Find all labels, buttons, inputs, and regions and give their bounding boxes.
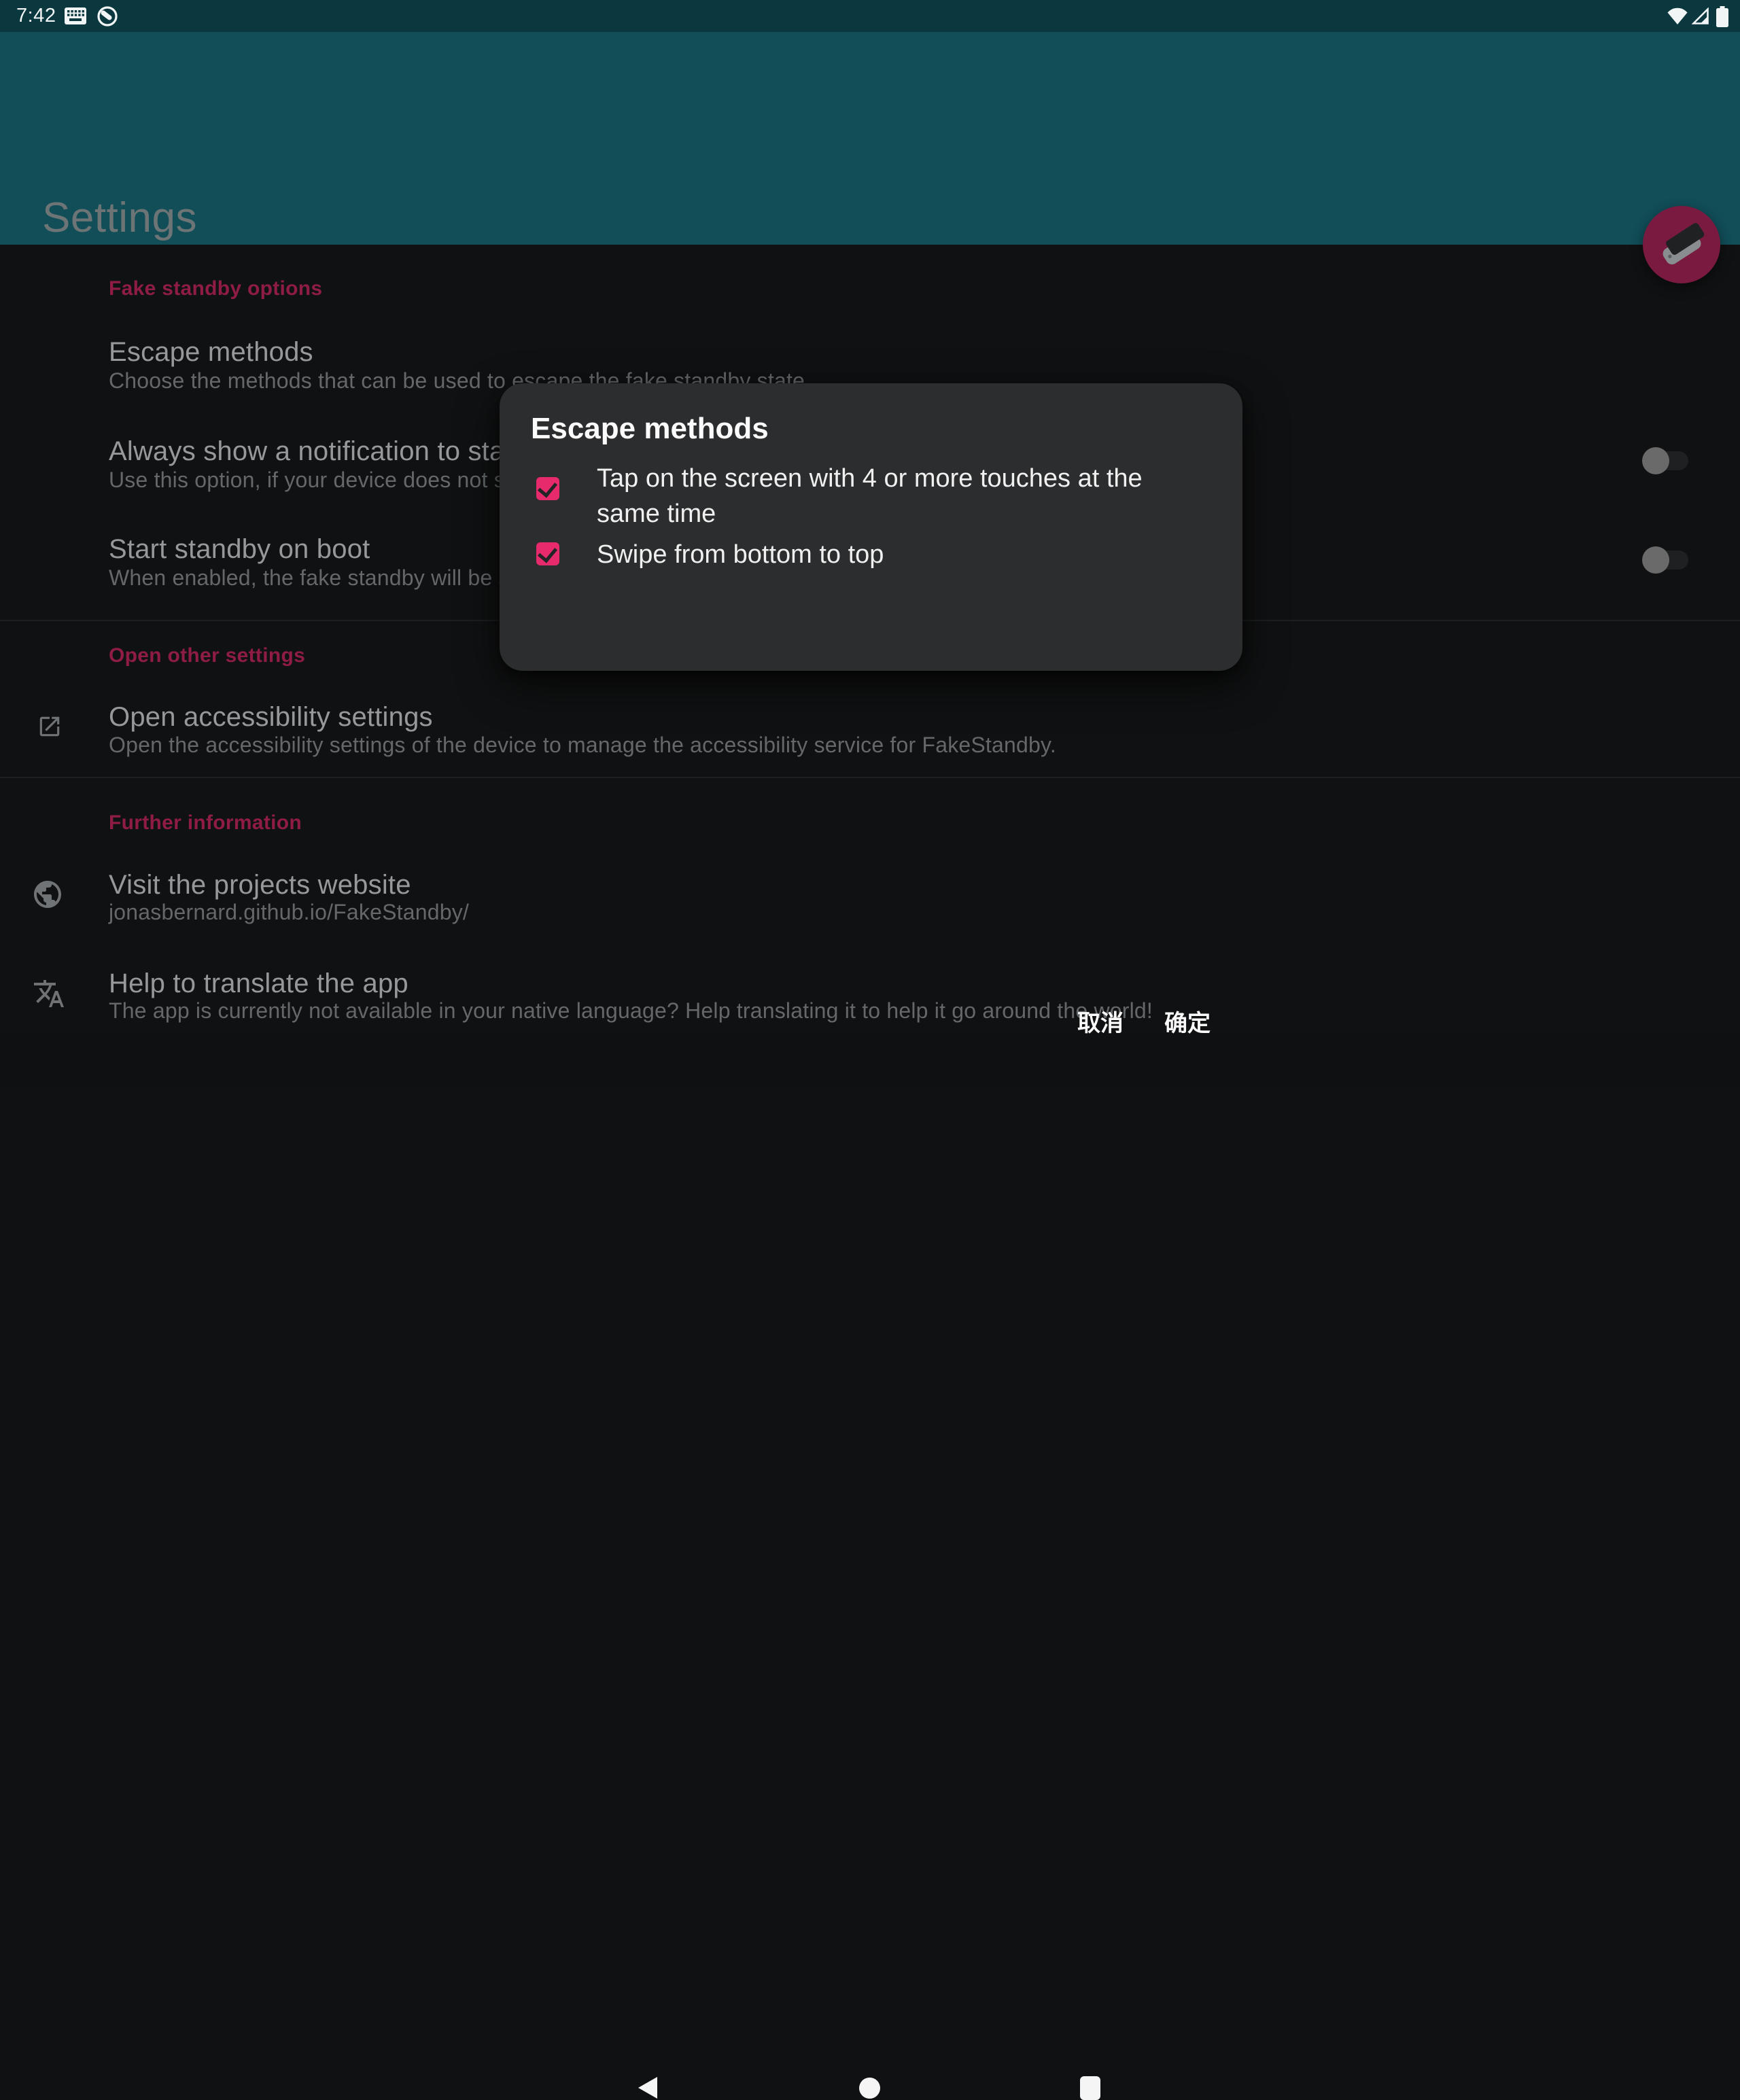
phone-standby-icon [1643, 206, 1720, 283]
page-title: Settings [42, 194, 197, 242]
escape-methods-dialog: Escape methods Tap on the screen with 4 … [500, 383, 1242, 671]
dialog-title: Escape methods [531, 412, 769, 446]
section-header-open-other-settings: Open other settings [109, 644, 305, 667]
section-header-further-information: Further information [109, 811, 302, 835]
start-standby-fab[interactable] [1643, 206, 1720, 283]
multitouch-checkbox[interactable] [536, 477, 559, 500]
globe-icon [31, 878, 64, 911]
toggle-thumb [1642, 447, 1669, 474]
home-icon[interactable] [859, 2078, 880, 2099]
keyboard-icon [65, 7, 86, 24]
app-bar: Settings [0, 32, 1740, 245]
wifi-icon [1667, 7, 1688, 25]
clock-time: 7:42 [16, 5, 56, 27]
swipe-checkbox[interactable] [536, 542, 559, 565]
navigation-bar [0, 1033, 1740, 1087]
cell-signal-icon [1692, 7, 1709, 25]
notification-toggle[interactable] [1642, 444, 1695, 477]
boot-toggle[interactable] [1642, 544, 1695, 576]
toggle-thumb [1642, 546, 1669, 574]
divider [0, 777, 1740, 778]
battery-icon [1716, 6, 1728, 27]
status-bar: 7:42 [0, 0, 1740, 32]
translate-icon [33, 977, 65, 1010]
section-header-fake-standby-options: Fake standby options [109, 277, 322, 300]
ok-button[interactable]: 确定 [1149, 995, 1225, 1047]
recents-icon[interactable] [1080, 2076, 1100, 2100]
fakestandby-notification-icon [97, 5, 118, 27]
back-icon[interactable] [638, 2077, 657, 2099]
open-in-new-icon [37, 714, 63, 739]
cancel-button[interactable]: 取消 [1062, 995, 1138, 1047]
